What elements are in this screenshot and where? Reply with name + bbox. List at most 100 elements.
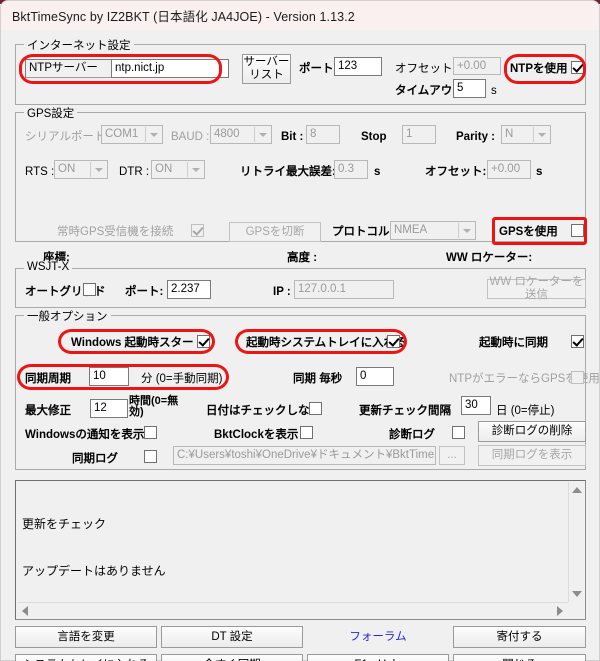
close-button[interactable]: 閉じる (453, 654, 586, 661)
help-button[interactable]: F1 - Help (307, 654, 449, 661)
use-ntp-checkbox[interactable] (571, 61, 584, 74)
use-gps-checkbox[interactable] (571, 224, 584, 237)
port-label: ポート: (299, 63, 338, 75)
log-horizontal-scrollbar[interactable] (17, 602, 568, 618)
gps-offset-unit-label: s (536, 166, 543, 178)
sync-log-path-input[interactable]: C:¥Users¥toshi¥OneDrive¥ドキュメント¥BktTimeSy… (173, 446, 436, 465)
show-sync-log-button[interactable]: 同期ログを表示 (478, 445, 586, 466)
rts-label: RTS : (25, 166, 55, 178)
change-language-button[interactable]: 言語を変更 (15, 626, 157, 648)
dtr-label: DTR : (119, 166, 150, 178)
disconnect-gps-button[interactable]: GPSを切断 (229, 222, 321, 242)
rts-combo[interactable]: ON (54, 160, 108, 179)
dtr-combo[interactable]: ON (151, 160, 205, 179)
browse-sync-log-button[interactable]: ... (439, 446, 465, 465)
sync-every-input[interactable]: 0 (356, 367, 394, 386)
dt-settings-button[interactable]: DT 設定 (161, 626, 303, 648)
retry-max-error-input[interactable]: 0.3 (334, 160, 368, 179)
log-vertical-scrollbar[interactable] (568, 482, 584, 602)
bit-label: Bit : (281, 131, 304, 143)
sync-on-start-checkbox[interactable] (571, 335, 584, 348)
protocol-label: プロトコル: (332, 226, 394, 238)
log-line: アップデートはありません (22, 563, 166, 578)
sync-log-checkbox[interactable] (144, 450, 157, 463)
sync-log-label: 同期ログ (72, 453, 118, 465)
ntp-error-use-gps-checkbox[interactable] (571, 371, 584, 384)
max-correction-input[interactable]: 12 (90, 399, 128, 418)
status-log-text: 更新をチェック アップデートはありません 最終同期: 最終同期:Wednesda… (17, 482, 568, 602)
autogrid-checkbox[interactable] (83, 283, 96, 296)
always-connect-gps-checkbox[interactable] (191, 224, 204, 237)
wsjtx-legend: WSJT-X (24, 261, 73, 273)
tray-on-start-checkbox[interactable] (387, 335, 400, 348)
windows-notification-label: Windowsの通知を表示 (25, 429, 145, 441)
diagnostic-log-checkbox[interactable] (452, 426, 465, 439)
server-list-button[interactable]: サーバー リスト (242, 54, 291, 84)
gps-offset-input[interactable]: +0.00 (487, 160, 531, 179)
sync-now-button[interactable]: 今すぐ同期 (161, 654, 303, 661)
internet-settings-legend: インターネット設定 (24, 37, 134, 53)
wsjtx-ip-input[interactable]: 127.0.0.1 (294, 280, 394, 299)
stop-input[interactable]: 1 (402, 125, 436, 144)
update-check-interval-label: 更新チェック間隔 (359, 405, 451, 417)
sync-period-label: 同期周期 (25, 373, 71, 385)
retry-max-error-label: リトライ最大誤差: (240, 166, 336, 178)
parity-combo[interactable]: N (501, 125, 551, 144)
sync-on-start-label: 起動時に同期 (479, 337, 548, 349)
windows-notification-checkbox[interactable] (144, 426, 157, 439)
max-correction-label: 最大修正 (25, 405, 71, 417)
scroll-down-icon[interactable] (572, 591, 582, 597)
start-with-windows-checkbox[interactable] (197, 335, 210, 348)
sync-period-input[interactable]: 10 (89, 367, 129, 386)
ntp-server-input[interactable]: ntp.nict.jp (111, 59, 229, 78)
baud-label: BAUD : (171, 131, 210, 143)
client-area: インターネット設定 NTPサーバー ntp.nict.jp サーバー リスト ポ… (0, 30, 600, 661)
bit-input[interactable]: 8 (306, 125, 340, 144)
bktclock-label: BktClockを表示 (214, 429, 299, 441)
wsjtx-port-input[interactable]: 2.237 (167, 280, 211, 299)
chevron-down-icon[interactable] (145, 127, 161, 142)
update-check-interval-input[interactable]: 30 (461, 396, 491, 415)
forum-link-button[interactable]: フォーラム (307, 626, 449, 648)
serial-port-combo[interactable]: COM1 (101, 125, 163, 144)
no-date-check-checkbox[interactable] (309, 402, 322, 415)
window-title: BktTimeSync by IZ2BKT (日本語化 JA4JOE) - Ve… (12, 10, 355, 24)
internet-offset-label: オフセット: (395, 63, 456, 75)
sync-every-label: 同期 毎秒 (293, 373, 343, 385)
send-ww-locator-button[interactable]: WW ロケーターを送信 (487, 276, 586, 301)
baud-combo[interactable]: 4800 (210, 125, 272, 144)
start-with-windows-label: Windows 起動時スタート (71, 337, 206, 349)
protocol-combo[interactable]: NMEA (390, 221, 476, 240)
log-line: 更新をチェック (22, 517, 107, 531)
title-bar: BktTimeSync by IZ2BKT (日本語化 JA4JOE) - Ve… (0, 0, 600, 30)
donate-button[interactable]: 寄付する (453, 626, 586, 648)
gps-offset-label: オフセット: (425, 166, 487, 178)
general-options-legend: 一般オプション (24, 308, 111, 324)
max-correction-unit-label: 時間(0=無効) (129, 395, 179, 418)
delete-diagnostic-log-button[interactable]: 診断ログの削除 (478, 421, 586, 442)
chevron-down-icon[interactable] (533, 127, 549, 142)
scroll-right-icon[interactable] (557, 606, 563, 616)
gps-settings-legend: GPS設定 (24, 105, 78, 121)
bktclock-checkbox[interactable] (300, 426, 313, 439)
chevron-down-icon[interactable] (254, 127, 270, 142)
status-log-box[interactable]: 更新をチェック アップデートはありません 最終同期: 最終同期:Wednesda… (15, 480, 586, 620)
app-window: BktTimeSync by IZ2BKT (日本語化 JA4JOE) - Ve… (0, 0, 600, 661)
chevron-down-icon[interactable] (187, 162, 203, 177)
to-system-tray-button[interactable]: システムトレイに入れる (15, 654, 157, 661)
chevron-down-icon[interactable] (458, 223, 474, 238)
no-date-check-label: 日付はチェックしない (206, 405, 321, 417)
scrollbar-corner (568, 602, 584, 618)
sync-period-unit-label: 分 (0=手動同期) (141, 373, 223, 385)
parity-label: Parity : (456, 131, 495, 143)
scroll-up-icon[interactable] (572, 487, 582, 493)
port-input[interactable]: 123 (334, 57, 382, 76)
chevron-down-icon[interactable] (90, 162, 106, 177)
retry-unit-label: s (374, 166, 381, 178)
wsjtx-ip-label: IP : (273, 286, 291, 298)
wsjtx-port-label: ポート: (125, 286, 164, 298)
timeout-unit-label: s (491, 85, 497, 97)
scroll-left-icon[interactable] (22, 606, 28, 616)
timeout-input[interactable]: 5 (453, 79, 486, 98)
internet-offset-input[interactable]: +0.00 (453, 57, 501, 75)
